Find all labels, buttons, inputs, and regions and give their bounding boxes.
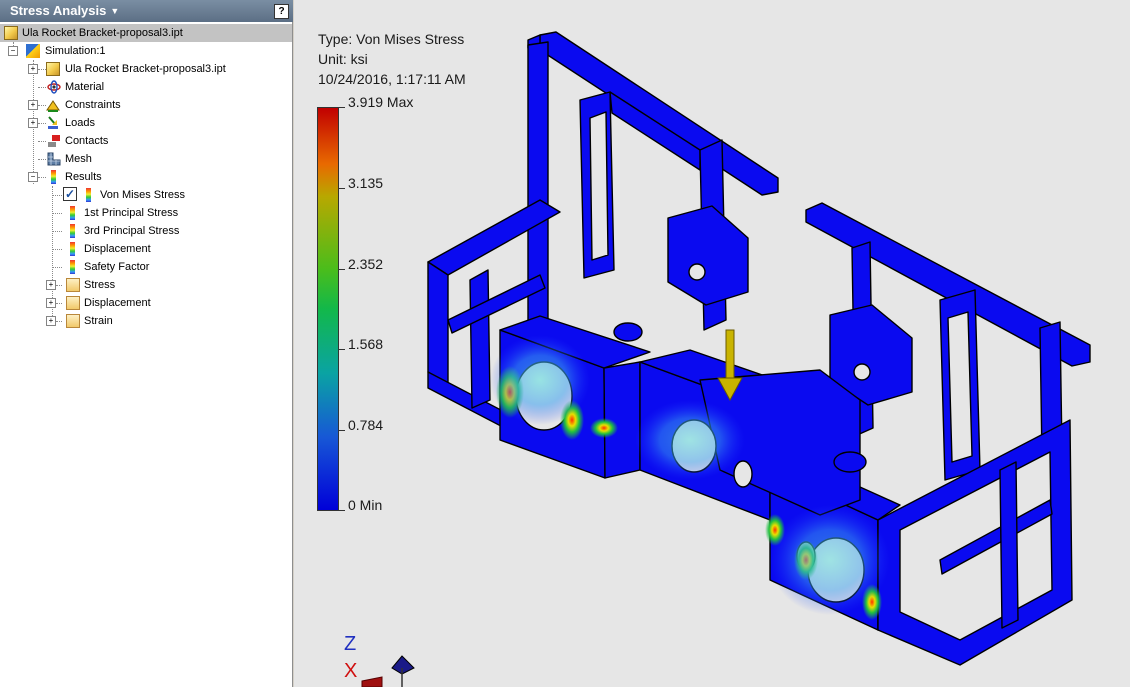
stress-legend-bar — [317, 107, 339, 511]
tree-root-part[interactable]: Ula Rocket Bracket-proposal3.ipt — [0, 24, 292, 42]
constraints-icon — [46, 100, 60, 112]
legend-label: 1.568 — [348, 336, 384, 352]
legend-tick — [339, 349, 345, 350]
legend-tick — [339, 188, 345, 189]
axis-triad-icon — [391, 655, 415, 675]
tree-item-label: Contacts — [65, 135, 109, 147]
axis-x-label: X — [344, 660, 358, 682]
legend-min-label: 0 Min — [348, 497, 383, 513]
tree-root-label: Ula Rocket Bracket-proposal3.ipt — [22, 27, 183, 39]
tree-item-label: 3rd Principal Stress — [84, 225, 180, 237]
part-icon — [46, 62, 60, 76]
tree-item-label: Safety Factor — [84, 261, 150, 273]
mesh-icon — [47, 152, 61, 166]
result-rainbow-icon — [70, 260, 75, 274]
simulation-icon — [26, 44, 40, 58]
tree-item-material[interactable]: Material — [0, 78, 292, 96]
result-rainbow-icon — [70, 224, 75, 238]
tree-folder-strain[interactable]: + Strain — [0, 312, 292, 330]
result-rainbow-icon — [70, 206, 75, 220]
tree-item-results[interactable]: − Results — [0, 168, 292, 186]
contacts-icon — [48, 135, 60, 147]
expand-icon[interactable]: + — [46, 298, 56, 308]
graphics-viewport[interactable]: Type: Von Mises Stress Unit: ksi 10/24/2… — [294, 0, 1130, 687]
collapse-icon[interactable]: − — [8, 46, 18, 56]
result-timestamp: 10/24/2016, 1:17:11 AM — [318, 71, 466, 87]
browser-title: Stress Analysis — [10, 3, 107, 18]
legend-tick — [339, 510, 345, 511]
part-icon — [4, 26, 18, 40]
tree-result-3rd-principal[interactable]: 3rd Principal Stress — [0, 222, 292, 240]
expand-icon[interactable]: + — [28, 118, 38, 128]
stress-analysis-browser: Stress Analysis ▼ ? Ula Rocket Bracket-pr… — [0, 0, 293, 687]
legend-label: 3.135 — [348, 175, 384, 191]
tree-item-loads[interactable]: + Loads — [0, 114, 292, 132]
expand-icon[interactable]: + — [28, 64, 38, 74]
tree-simulation[interactable]: − Simulation:1 — [0, 42, 292, 60]
expand-icon[interactable]: + — [46, 280, 56, 290]
results-icon — [51, 170, 56, 184]
tree-folder-stress[interactable]: + Stress — [0, 276, 292, 294]
tree-item-label: Loads — [65, 117, 95, 129]
result-rainbow-icon — [86, 188, 91, 202]
result-rainbow-icon — [70, 242, 75, 256]
tree-result-1st-principal[interactable]: 1st Principal Stress — [0, 204, 292, 222]
tree-item-label: Ula Rocket Bracket-proposal3.ipt — [65, 63, 226, 75]
tree-item-label: Displacement — [84, 243, 151, 255]
tree-folder-displacement[interactable]: + Displacement — [0, 294, 292, 312]
tree-item-label: Stress — [84, 279, 116, 291]
tree-item-label: Strain — [84, 315, 113, 327]
tree-result-safety-factor[interactable]: Safety Factor — [0, 258, 292, 276]
axis-z-label: Z — [344, 633, 357, 655]
simulation-label: Simulation:1 — [45, 45, 106, 57]
tree-item-label: Material — [65, 81, 105, 93]
tree-item-constraints[interactable]: + Constraints — [0, 96, 292, 114]
legend-tick — [339, 269, 345, 270]
expand-icon[interactable]: + — [46, 316, 56, 326]
help-icon[interactable]: ? — [274, 4, 289, 19]
legend-label: 2.352 — [348, 256, 384, 272]
folder-icon — [66, 314, 80, 328]
legend-tick — [339, 430, 345, 431]
result-type-text: Type: Von Mises Stress — [318, 31, 465, 47]
tree-item-contacts[interactable]: Contacts — [0, 132, 292, 150]
folder-icon — [66, 296, 80, 310]
material-icon — [47, 80, 61, 94]
tree-item-part[interactable]: + Ula Rocket Bracket-proposal3.ipt — [0, 60, 292, 78]
folder-icon — [66, 278, 80, 292]
checkmark-icon[interactable]: ✓ — [63, 187, 77, 201]
collapse-icon[interactable]: − — [28, 172, 38, 182]
expand-icon[interactable]: + — [28, 100, 38, 110]
tree-item-label: Mesh — [65, 153, 92, 165]
browser-header[interactable]: Stress Analysis ▼ ? — [0, 0, 293, 22]
tree-result-displacement[interactable]: Displacement — [0, 240, 292, 258]
tree-result-von-mises[interactable]: ✓ Von Mises Stress — [0, 186, 292, 204]
legend-tick — [339, 107, 345, 108]
legend-label: 0.784 — [348, 417, 384, 433]
loads-icon — [48, 116, 58, 129]
tree-item-label: Von Mises Stress — [100, 189, 185, 201]
tree-item-label: Constraints — [65, 99, 121, 111]
result-unit-text: Unit: ksi — [318, 51, 368, 67]
tree-item-mesh[interactable]: Mesh — [0, 150, 292, 168]
tree-item-label: Results — [65, 171, 102, 183]
tree-item-label: Displacement — [84, 297, 151, 309]
stress-model[interactable] — [294, 0, 1130, 687]
tree-item-label: 1st Principal Stress — [84, 207, 179, 219]
legend-max-label: 3.919 Max — [348, 94, 414, 110]
chevron-down-icon[interactable]: ▼ — [110, 6, 119, 16]
